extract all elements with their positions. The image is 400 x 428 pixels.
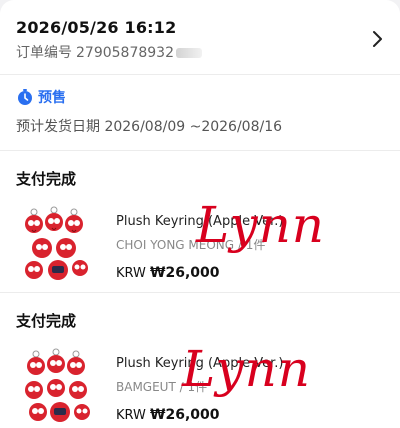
payment-status: 支付完成: [16, 312, 77, 330]
order-item[interactable]: 支付完成: [16, 310, 384, 428]
presale-label: 预售: [38, 90, 66, 106]
divider: [0, 150, 400, 151]
product-name: Plush Keyring (Apple Ver.): [116, 214, 284, 229]
product-name: Plush Keyring (Apple Ver.): [116, 356, 284, 371]
plush-keyring-image: [25, 206, 88, 280]
product-variant-qty: BAMGEUT / 1件: [116, 380, 208, 394]
estimated-ship-date: 预计发货日期 2026/08/09 ~2026/08/16: [16, 119, 283, 135]
product-price: KRW ₩26,000: [116, 407, 384, 423]
order-card: 2026/05/26 16:12 订单编号 27905878932 预售 预计发货…: [0, 0, 400, 428]
product-thumbnail[interactable]: [16, 200, 102, 286]
order-header[interactable]: 2026/05/26 16:12 订单编号 27905878932: [16, 14, 388, 64]
price-currency: KRW: [116, 266, 146, 281]
order-number: 订单编号 27905878932: [16, 42, 202, 62]
order-number-label: 订单编号: [16, 45, 72, 61]
product-variant-qty: CHOI YONG MEONG / 1件: [116, 238, 266, 252]
price-amount: ₩26,000: [150, 407, 220, 423]
chevron-right-icon[interactable]: [370, 30, 384, 48]
plush-keyring-image: [25, 348, 90, 422]
order-item[interactable]: 支付完成: [16, 168, 384, 290]
divider: [0, 74, 400, 75]
presale-block: 预售 预计发货日期 2026/08/09 ~2026/08/16: [16, 86, 384, 136]
order-number-value: 27905878932: [76, 45, 174, 61]
divider: [0, 292, 400, 293]
product-info: Plush Keyring (Apple Ver.) CHOI YONG MEO…: [116, 214, 384, 281]
price-amount: ₩26,000: [150, 265, 220, 281]
product-info: Plush Keyring (Apple Ver.) BAMGEUT / 1件 …: [116, 356, 384, 423]
price-currency: KRW: [116, 408, 146, 423]
product-row[interactable]: Plush Keyring (Apple Ver.) CHOI YONG MEO…: [16, 200, 384, 290]
payment-status: 支付完成: [16, 170, 77, 188]
order-timestamp: 2026/05/26 16:12: [16, 18, 177, 37]
product-row[interactable]: Plush Keyring (Apple Ver.) BAMGEUT / 1件 …: [16, 342, 384, 428]
order-number-redaction: [175, 48, 202, 58]
product-price: KRW ₩26,000: [116, 265, 384, 281]
product-thumbnail[interactable]: [16, 342, 102, 428]
clock-icon: [18, 89, 32, 105]
